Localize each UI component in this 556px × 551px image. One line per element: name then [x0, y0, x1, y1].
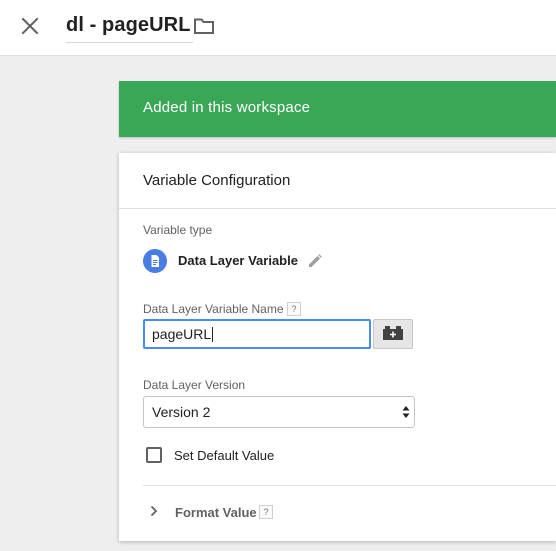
variable-name-input[interactable]: pageURL: [143, 319, 371, 349]
variable-type-row[interactable]: Data Layer Variable: [143, 249, 343, 273]
page-title: dl - pageURL: [66, 14, 191, 36]
title-field[interactable]: dl - pageURL: [66, 12, 193, 43]
folder-icon: [194, 18, 214, 34]
set-default-value-label: Set Default Value: [174, 448, 275, 463]
editor-header: dl - pageURL: [0, 0, 556, 56]
set-default-value-checkbox[interactable]: [146, 447, 162, 463]
set-default-value-row[interactable]: Set Default Value: [146, 447, 346, 467]
variable-configuration-card: Variable Configuration Variable type Dat…: [119, 153, 556, 541]
text-caret: [212, 327, 214, 342]
version-select[interactable]: Version 2: [143, 396, 415, 428]
version-label: Data Layer Version: [143, 378, 246, 392]
folder-button[interactable]: [192, 14, 216, 38]
workspace-status-banner: Added in this workspace: [119, 81, 556, 137]
format-value-toggle[interactable]: Format Value ?: [143, 502, 343, 522]
close-icon: [21, 17, 39, 35]
pencil-icon[interactable]: [307, 253, 323, 269]
banner-text: Added in this workspace: [143, 99, 311, 116]
card-divider: [119, 208, 556, 209]
format-value-help-icon[interactable]: ?: [259, 505, 273, 519]
section-divider: [143, 485, 556, 486]
chevron-right-icon: [150, 505, 158, 517]
version-select-value: Version 2: [152, 404, 211, 420]
variable-type-name: Data Layer Variable: [178, 253, 298, 268]
variable-name-value: pageURL: [152, 326, 212, 342]
insert-variable-button[interactable]: [373, 319, 413, 349]
format-value-label: Format Value: [175, 505, 257, 520]
variable-type-label: Variable type: [143, 223, 213, 237]
card-title: Variable Configuration: [143, 172, 291, 189]
up-down-arrows-icon: [402, 406, 410, 418]
close-button[interactable]: [16, 12, 44, 40]
variable-name-help-icon[interactable]: ?: [287, 302, 301, 316]
document-icon: [143, 249, 167, 273]
variable-name-label: Data Layer Variable Name: [143, 302, 284, 316]
lego-brick-plus-icon: [383, 326, 403, 340]
